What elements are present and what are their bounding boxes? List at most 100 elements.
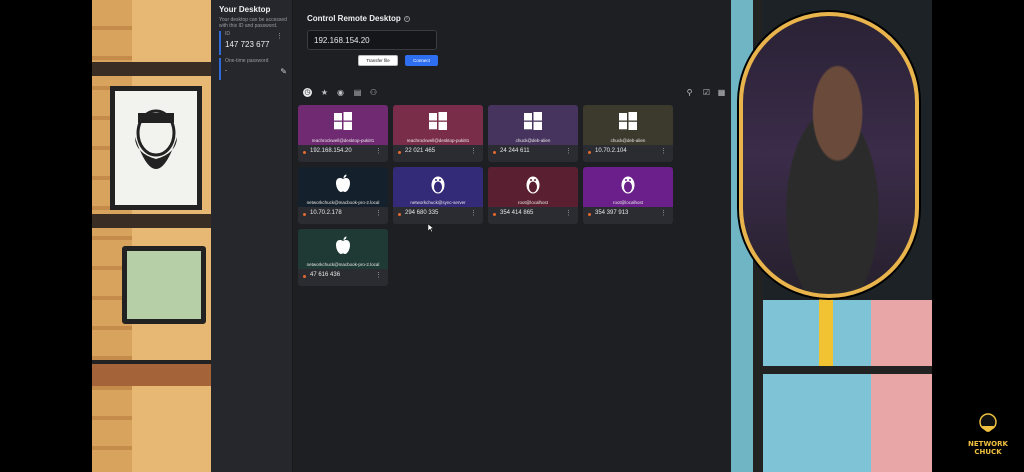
main-panel: Control Remote Desktop? Transfer file Co… xyxy=(293,0,731,472)
offline-status-dot xyxy=(493,213,496,216)
mouse-cursor xyxy=(428,224,434,232)
device-menu-icon[interactable]: ⋮ xyxy=(470,147,477,155)
id-menu-icon[interactable]: ⋮ xyxy=(276,32,283,40)
device-menu-icon[interactable]: ⋮ xyxy=(660,147,667,155)
password-value[interactable]: - xyxy=(225,68,287,74)
device-hostname: networkchuck@sync-server xyxy=(410,200,466,205)
windows-logo-icon xyxy=(393,112,483,135)
apple-logo-icon xyxy=(298,236,388,260)
device-menu-icon[interactable]: ⋮ xyxy=(470,209,477,217)
device-thumbnail[interactable]: reachrockwell@desktop-puki81 xyxy=(298,105,388,145)
device-hostname: root@localhost xyxy=(612,200,644,205)
offline-status-dot xyxy=(398,151,401,154)
device-card[interactable]: chuck@deb-alien 24 244 611 ⋮ xyxy=(488,105,578,162)
windows-logo-icon xyxy=(488,112,578,135)
device-hostname: reachrockwell@desktop-puki81 xyxy=(406,138,470,143)
shelf-edge xyxy=(763,366,932,374)
linux-logo-icon xyxy=(488,174,578,199)
linux-logo-icon xyxy=(583,174,673,199)
linux-logo-icon xyxy=(393,174,483,199)
desk-illustration xyxy=(92,360,211,386)
device-card-footer: 22 021 465 ⋮ xyxy=(393,145,483,162)
device-id: 192.168.154.20 xyxy=(310,148,352,154)
password-label: One-time password xyxy=(225,58,269,64)
device-thumbnail[interactable]: reachrockwell@desktop-puki81 xyxy=(393,105,483,145)
offline-status-dot xyxy=(588,213,591,216)
device-menu-icon[interactable]: ⋮ xyxy=(565,147,572,155)
device-card[interactable]: networkchuck@macbook-pro-2.local 10.70.2.… xyxy=(298,167,388,224)
shelf-edge xyxy=(92,62,211,76)
shelf-edge xyxy=(92,214,211,228)
select-icon[interactable]: ☑ xyxy=(702,88,711,97)
device-card[interactable]: reachrockwell@desktop-puki81 192.168.154.… xyxy=(298,105,388,162)
connect-button[interactable]: Connect xyxy=(405,55,438,66)
device-id: 354 414 865 xyxy=(500,210,534,216)
windows-logo-icon xyxy=(583,112,673,135)
grid-view-icon[interactable]: ▦ xyxy=(717,88,726,97)
offline-status-dot xyxy=(303,213,306,216)
your-desktop-panel: Your Desktop Your desktop can be accesse… xyxy=(211,0,293,472)
device-menu-icon[interactable]: ⋮ xyxy=(565,209,572,217)
device-card[interactable]: networkchuck@macbook-pro-2.local 47 616 4… xyxy=(298,229,388,286)
device-menu-icon[interactable]: ⋮ xyxy=(660,209,667,217)
device-card[interactable]: reachrockwell@desktop-puki81 22 021 465 ⋮ xyxy=(393,105,483,162)
peer-toolbar: ◷ ★ ◉ ▤ ⚇ ⚲ ☑ ▦ xyxy=(299,86,725,100)
device-card-footer: 10.70.2.178 ⋮ xyxy=(298,207,388,224)
offline-status-dot xyxy=(303,151,306,154)
group-icon[interactable]: ⚇ xyxy=(369,88,378,97)
wall-panel-blue xyxy=(763,300,871,472)
rustdesk-app-window: Your Desktop Your desktop can be accesse… xyxy=(211,0,731,472)
help-icon[interactable]: ? xyxy=(403,15,410,22)
transfer-file-button[interactable]: Transfer file xyxy=(358,55,398,66)
device-thumbnail[interactable]: networkchuck@sync-server xyxy=(393,167,483,207)
device-hostname: networkchuck@macbook-pro-2.local xyxy=(306,262,380,267)
password-section: One-time password - ✎ xyxy=(219,58,287,80)
offline-status-dot xyxy=(588,151,591,154)
device-menu-icon[interactable]: ⋮ xyxy=(375,271,382,279)
device-thumbnail[interactable]: root@localhost xyxy=(488,167,578,207)
device-id: 294 680 335 xyxy=(405,210,439,216)
right-background-illustration xyxy=(731,0,932,472)
device-menu-icon[interactable]: ⋮ xyxy=(375,147,382,155)
device-thumbnail[interactable]: chuck@deb-alien xyxy=(488,105,578,145)
device-hostname: chuck@deb-alien xyxy=(610,138,646,143)
device-card-footer: 354 414 865 ⋮ xyxy=(488,207,578,224)
id-section: ID 147 723 677 ⋮ xyxy=(219,31,287,55)
control-remote-title-text: Control Remote Desktop xyxy=(307,14,401,23)
device-thumbnail[interactable]: networkchuck@macbook-pro-2.local xyxy=(298,229,388,269)
device-id: 24 244 611 xyxy=(500,148,530,154)
left-background-illustration xyxy=(92,0,211,472)
device-thumbnail[interactable]: chuck@deb-alien xyxy=(583,105,673,145)
device-card[interactable]: root@localhost 354 414 865 ⋮ xyxy=(488,167,578,224)
search-icon[interactable]: ⚲ xyxy=(685,88,694,97)
device-thumbnail[interactable]: root@localhost xyxy=(583,167,673,207)
device-card-footer: 24 244 611 ⋮ xyxy=(488,145,578,162)
discovered-icon[interactable]: ◉ xyxy=(336,88,345,97)
bearded-portrait-frame xyxy=(110,86,202,210)
device-id: 354 397 913 xyxy=(595,210,629,216)
channel-watermark-logo: NETWORK CHUCK xyxy=(966,412,1010,462)
remote-address-input[interactable] xyxy=(307,30,437,50)
id-value[interactable]: 147 723 677 xyxy=(225,40,287,49)
recent-icon[interactable]: ◷ xyxy=(303,88,312,97)
favorites-icon[interactable]: ★ xyxy=(320,88,329,97)
right-letterbox xyxy=(932,0,1024,472)
device-card[interactable]: networkchuck@sync-server 294 680 335 ⋮ xyxy=(393,167,483,224)
device-card-footer: 192.168.154.20 ⋮ xyxy=(298,145,388,162)
your-desktop-title: Your Desktop xyxy=(219,5,271,14)
device-hostname: chuck@deb-alien xyxy=(515,138,551,143)
device-card[interactable]: chuck@deb-alien 10.70.2.104 ⋮ xyxy=(583,105,673,162)
device-thumbnail[interactable]: networkchuck@macbook-pro-2.local xyxy=(298,167,388,207)
device-menu-icon[interactable]: ⋮ xyxy=(375,209,382,217)
device-hostname: networkchuck@macbook-pro-2.local xyxy=(306,200,380,205)
offline-status-dot xyxy=(398,213,401,216)
device-card-footer: 354 397 913 ⋮ xyxy=(583,207,673,224)
device-id: 47 616 436 xyxy=(310,272,341,278)
device-card[interactable]: root@localhost 354 397 913 ⋮ xyxy=(583,167,673,224)
device-hostname: reachrockwell@desktop-puki81 xyxy=(311,138,375,143)
edit-password-icon[interactable]: ✎ xyxy=(280,67,287,76)
address-book-icon[interactable]: ▤ xyxy=(353,88,362,97)
control-remote-title: Control Remote Desktop? xyxy=(307,14,410,23)
device-id: 10.70.2.104 xyxy=(595,148,627,154)
watermark-text: NETWORK CHUCK xyxy=(968,440,1008,456)
